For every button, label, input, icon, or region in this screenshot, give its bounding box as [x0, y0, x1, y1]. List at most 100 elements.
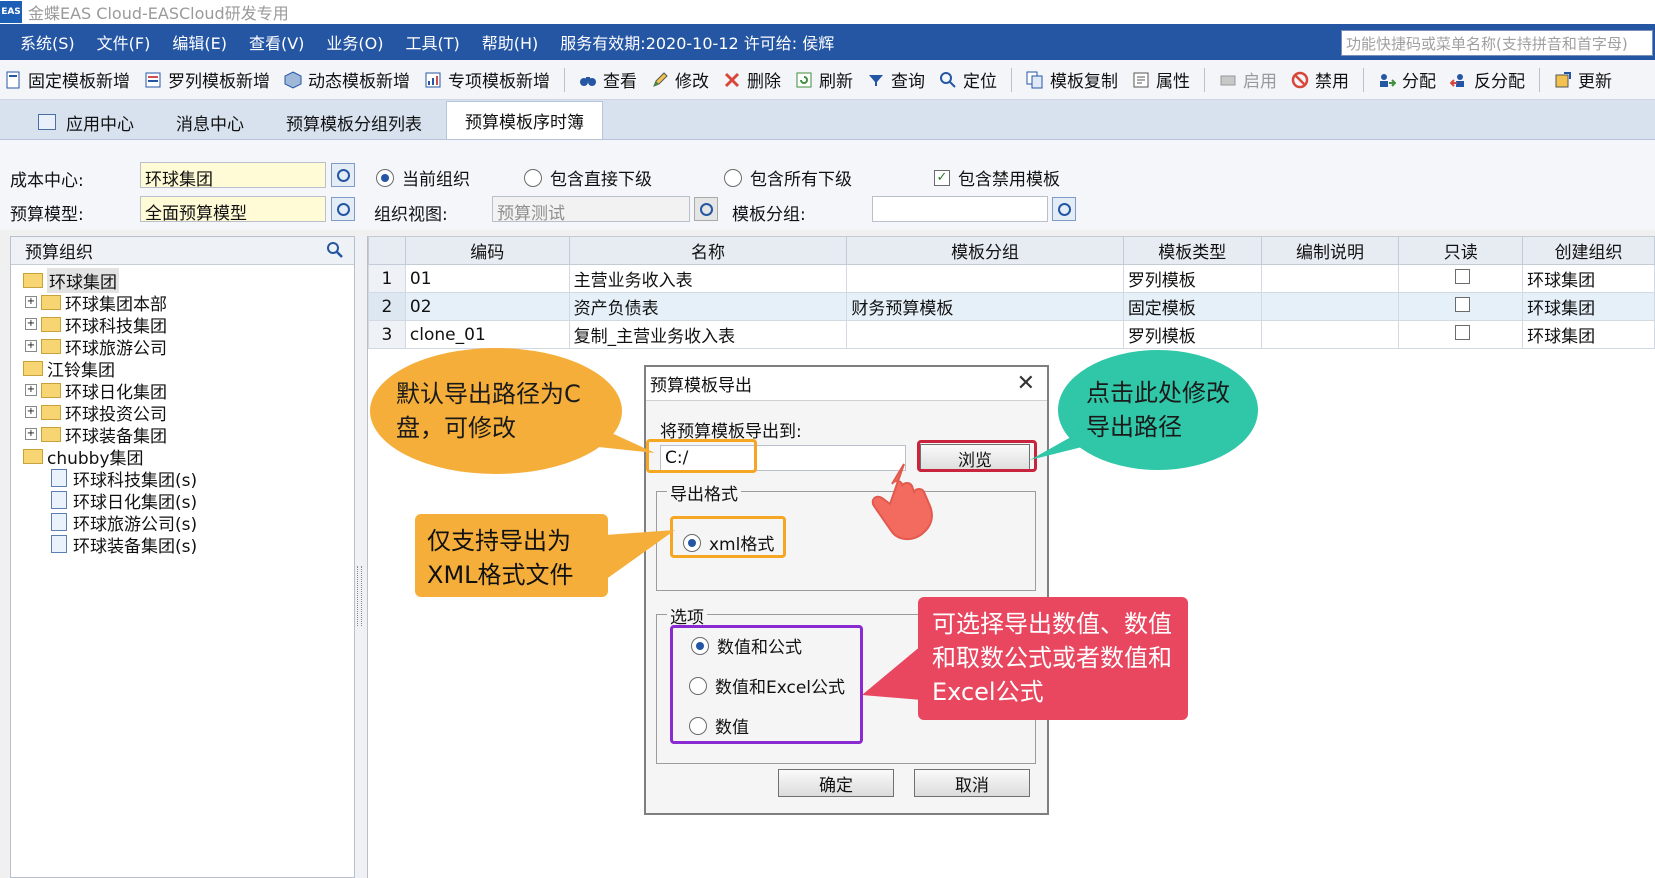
tree-node[interactable]: 环球集团 — [11, 267, 354, 293]
delete-button[interactable]: 删除 — [723, 67, 781, 92]
fixed-template-new-button[interactable]: 固定模板新增 — [4, 67, 130, 92]
document-new-icon — [6, 71, 20, 88]
expand-icon[interactable]: + — [25, 340, 37, 352]
menu-edit[interactable]: 编辑(E) — [172, 30, 227, 54]
column-header[interactable]: 名称 — [568, 236, 848, 265]
expand-icon[interactable]: + — [25, 318, 37, 330]
assign-button[interactable]: 分配 — [1378, 67, 1436, 92]
options-callout: 可选择导出数值、数值和取数公式或者数值和Excel公式 — [918, 597, 1188, 720]
template-copy-button[interactable]: 模板复制 — [1026, 67, 1118, 92]
checkbox-include-disabled[interactable]: ✓ 包含禁用模板 — [934, 165, 1060, 190]
cell-readonly — [1398, 292, 1524, 321]
special-template-new-button[interactable]: 专项模板新增 — [424, 67, 550, 92]
menu-help[interactable]: 帮助(H) — [482, 30, 539, 54]
radio-all-children[interactable]: 包含所有下级 — [724, 165, 852, 190]
panel-splitter[interactable] — [355, 236, 363, 878]
expand-icon[interactable]: + — [25, 384, 37, 396]
column-header[interactable]: 模板分组 — [846, 236, 1124, 265]
close-icon[interactable]: ✕ — [1017, 371, 1035, 396]
radio-direct-children[interactable]: 包含直接下级 — [524, 165, 652, 190]
tree-node[interactable]: 环球日化集团(s) — [11, 489, 354, 513]
tab-message-center[interactable]: 消息中心 — [158, 105, 262, 139]
table-header-row: 编码 名称 模板分组 模板类型 编制说明 只读 创建组织 — [368, 236, 1655, 265]
checkbox-unchecked-icon[interactable] — [1455, 324, 1471, 340]
tree-node[interactable]: + 环球日化集团 — [11, 379, 354, 403]
update-button[interactable]: 更新 — [1554, 67, 1612, 92]
expand-icon[interactable]: + — [25, 428, 37, 440]
expand-icon[interactable]: + — [25, 296, 37, 308]
dynamic-template-new-button[interactable]: 动态模板新增 — [284, 67, 410, 92]
menu-system[interactable]: 系统(S) — [20, 30, 75, 54]
tab-template-sequence-book[interactable]: 预算模板序时簿 — [446, 101, 603, 139]
org-tree-title: 预算组织 — [25, 243, 93, 263]
cost-center-field[interactable]: 环球集团 — [140, 162, 326, 188]
cancel-button[interactable]: 取消 — [914, 769, 1030, 797]
format-group-label: 导出格式 — [667, 480, 741, 505]
toolbar-separator — [1011, 67, 1012, 92]
org-view-field: 预算测试 — [492, 196, 690, 222]
tree-node[interactable]: + 环球投资公司 — [11, 401, 354, 425]
list-template-new-button[interactable]: 罗列模板新增 — [144, 67, 270, 92]
budget-model-lookup-icon[interactable] — [331, 197, 355, 221]
tab-app-center[interactable]: 应用中心 — [20, 105, 152, 139]
folder-icon — [41, 294, 61, 310]
tree-node[interactable]: 环球科技集团(s) — [11, 467, 354, 491]
refresh-button[interactable]: 刷新 — [795, 67, 853, 92]
attribute-button[interactable]: 属性 — [1132, 67, 1190, 92]
folder-open-icon — [23, 448, 43, 464]
tree-node[interactable]: 环球旅游公司(s) — [11, 511, 354, 535]
menu-search-input[interactable]: 功能快捷码或菜单名称(支持拼音和首字母) — [1341, 30, 1653, 56]
disable-button[interactable]: 禁用 — [1291, 67, 1349, 92]
table-row[interactable]: 1 01 主营业务收入表 罗列模板 环球集团 — [368, 264, 1655, 293]
tree-node[interactable]: + 环球科技集团 — [11, 313, 354, 337]
tree-node[interactable]: + 环球装备集团 — [11, 423, 354, 447]
tree-node[interactable]: + 环球集团本部 — [11, 291, 354, 315]
template-group-lookup-icon[interactable] — [1052, 197, 1076, 221]
tree-node[interactable]: + 环球旅游公司 — [11, 335, 354, 359]
menu-file[interactable]: 文件(F) — [97, 30, 151, 54]
column-header[interactable]: 模板类型 — [1122, 236, 1262, 265]
cell-name: 资产负债表 — [568, 292, 848, 321]
menu-tools[interactable]: 工具(T) — [406, 30, 460, 54]
app-center-icon — [38, 114, 56, 130]
template-group-field[interactable] — [872, 196, 1048, 222]
forbidden-icon — [1291, 71, 1309, 88]
tree-node[interactable]: 环球装备集团(s) — [11, 533, 354, 557]
radio-current-org[interactable]: 当前组织 — [376, 165, 470, 190]
search-icon[interactable] — [326, 241, 344, 259]
cell-type: 固定模板 — [1122, 292, 1262, 321]
export-dialog: 预算模板导出 ✕ 将预算模板导出到: C:/ 浏览 导出格式 xml格式 选项 … — [644, 365, 1049, 815]
tree-node[interactable]: chubby集团 — [11, 445, 354, 469]
org-tree: 环球集团 + 环球集团本部 + 环球科技集团 + 环球旅游公司 江铃集团 + 环球日化集… — [11, 265, 354, 557]
locate-button[interactable]: 定位 — [939, 67, 997, 92]
cost-center-lookup-icon[interactable] — [331, 163, 355, 187]
org-tree-header: 预算组织 — [11, 237, 354, 265]
column-header[interactable]: 编码 — [404, 236, 570, 265]
checkbox-unchecked-icon[interactable] — [1455, 296, 1471, 312]
table-row[interactable]: 3 clone_01 复制_主营业务收入表 罗列模板 环球集团 — [368, 320, 1655, 349]
budget-model-field[interactable]: 全面预算模型 — [140, 196, 326, 222]
column-header[interactable]: 创建组织 — [1522, 236, 1655, 265]
cell-group: 财务预算模板 — [846, 292, 1124, 321]
enable-button[interactable]: 启用 — [1219, 67, 1277, 92]
column-header[interactable]: 只读 — [1398, 236, 1524, 265]
cell-org: 环球集团 — [1522, 264, 1655, 293]
expand-icon[interactable]: + — [25, 406, 37, 418]
view-button[interactable]: 查看 — [579, 67, 637, 92]
query-button[interactable]: 查询 — [867, 67, 925, 92]
menu-view[interactable]: 查看(V) — [249, 30, 304, 54]
options-highlight-box — [670, 625, 863, 744]
format-highlight-box — [670, 516, 786, 558]
tree-node[interactable]: 江铃集团 — [11, 357, 354, 381]
checkbox-unchecked-icon[interactable] — [1455, 268, 1471, 284]
tab-template-group-list[interactable]: 预算模板分组列表 — [268, 105, 440, 139]
modify-button[interactable]: 修改 — [651, 67, 709, 92]
cell-readonly — [1398, 264, 1524, 293]
options-callout-pointer — [862, 645, 922, 700]
unassign-button[interactable]: 反分配 — [1450, 67, 1525, 92]
menu-business[interactable]: 业务(O) — [326, 30, 383, 54]
ok-button[interactable]: 确定 — [778, 769, 894, 797]
document-icon — [51, 513, 67, 531]
column-header[interactable]: 编制说明 — [1260, 236, 1400, 265]
table-row[interactable]: 2 02 资产负债表 财务预算模板 固定模板 环球集团 — [368, 292, 1655, 321]
